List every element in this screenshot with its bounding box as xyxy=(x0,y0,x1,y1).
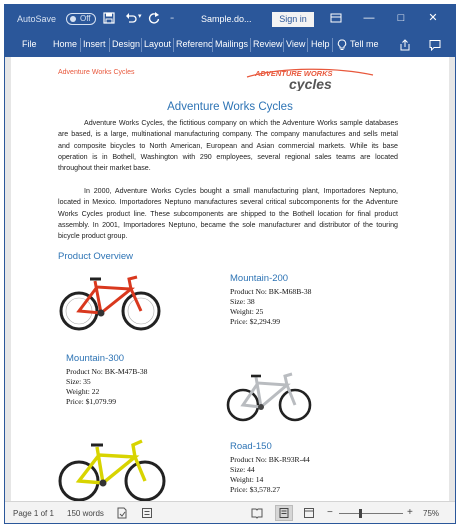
bike-image-mountain-200 xyxy=(59,275,161,331)
tab-separator xyxy=(332,38,333,52)
comments-icon[interactable] xyxy=(429,39,441,51)
tab-separator xyxy=(307,38,308,52)
history-paragraph: In 2000, Adventure Works Cycles bought a… xyxy=(58,187,398,241)
ribbon-tabs: File Home Insert Design Layout Referenc … xyxy=(5,33,455,57)
product-name: Mountain-200 xyxy=(230,273,289,284)
lightbulb-icon[interactable] xyxy=(337,39,347,51)
bike-image-mountain-300 xyxy=(226,372,312,422)
adventure-works-logo: ADVENTURE WORKS cycles xyxy=(246,68,374,91)
product-weight: Weight: 22 xyxy=(66,387,100,396)
product-name: Road-150 xyxy=(230,441,272,452)
word-window: AutoSave Off ▾ ₌ Sample.do... Sign in — … xyxy=(4,4,456,524)
tab-insert[interactable]: Insert xyxy=(83,39,106,49)
product-price: Price: $3,578.27 xyxy=(230,485,280,494)
autosave-toggle[interactable]: Off xyxy=(66,13,96,25)
product-weight: Weight: 25 xyxy=(230,307,264,316)
share-icon[interactable] xyxy=(399,39,411,51)
product-size: Size: 35 xyxy=(66,377,91,386)
customize-icon[interactable]: ₌ xyxy=(170,12,184,26)
zoom-slider-thumb[interactable] xyxy=(359,509,362,518)
zoom-out-button[interactable]: − xyxy=(327,507,333,518)
zoom-in-button[interactable]: + xyxy=(407,507,413,518)
document-area[interactable]: Adventure Works Cycles ADVENTURE WORKS c… xyxy=(5,57,455,501)
tab-file[interactable]: File xyxy=(22,39,37,49)
bike-image-road-150 xyxy=(58,439,166,501)
product-size: Size: 44 xyxy=(230,465,255,474)
product-weight: Weight: 14 xyxy=(230,475,264,484)
tab-layout[interactable]: Layout xyxy=(144,39,171,49)
header-text: Adventure Works Cycles xyxy=(58,69,135,76)
minimize-button[interactable]: — xyxy=(361,11,377,25)
maximize-button[interactable]: □ xyxy=(393,11,409,25)
ribbon-display-icon[interactable] xyxy=(329,11,343,25)
autosave-state: Off xyxy=(80,14,91,23)
tab-separator xyxy=(283,38,284,52)
tab-view[interactable]: View xyxy=(286,39,305,49)
tab-separator xyxy=(141,38,142,52)
tell-me-search[interactable]: Tell me xyxy=(350,39,379,49)
section-heading: Product Overview xyxy=(58,251,133,262)
tab-mailings[interactable]: Mailings xyxy=(215,39,248,49)
sign-in-button[interactable]: Sign in xyxy=(272,12,314,27)
svg-text:cycles: cycles xyxy=(289,76,332,91)
proofing-icon[interactable] xyxy=(116,507,128,519)
product-number: Product No: BK-R93R-44 xyxy=(230,455,310,464)
word-count[interactable]: 150 words xyxy=(67,509,104,518)
track-icon[interactable] xyxy=(141,507,153,519)
tab-home[interactable]: Home xyxy=(53,39,77,49)
tab-separator xyxy=(80,38,81,52)
autosave-label: AutoSave xyxy=(17,14,57,24)
page-title: Adventure Works Cycles xyxy=(167,101,293,113)
status-bar: Page 1 of 1 150 words − + 75% xyxy=(5,501,455,523)
read-mode-icon[interactable] xyxy=(251,507,263,519)
tab-design[interactable]: Design xyxy=(112,39,140,49)
product-number: Product No: BK-M47B-38 xyxy=(66,367,148,376)
document-page[interactable]: Adventure Works Cycles ADVENTURE WORKS c… xyxy=(11,57,449,501)
tab-separator xyxy=(173,38,174,52)
intro-paragraph: Adventure Works Cycles, the fictitious c… xyxy=(58,119,398,173)
print-layout-button[interactable] xyxy=(275,505,293,521)
product-price: Price: $1,079.99 xyxy=(66,397,116,406)
tab-separator xyxy=(212,38,213,52)
redo-icon[interactable] xyxy=(147,11,161,25)
product-price: Price: $2,294.99 xyxy=(230,317,280,326)
tab-help[interactable]: Help xyxy=(311,39,330,49)
print-layout-icon xyxy=(279,508,289,518)
tab-separator xyxy=(250,38,251,52)
undo-icon[interactable] xyxy=(124,11,138,25)
document-name: Sample.do... xyxy=(201,14,252,24)
product-name: Mountain-300 xyxy=(66,353,125,364)
web-layout-icon[interactable] xyxy=(303,507,315,519)
tab-references[interactable]: Referenc xyxy=(176,39,213,49)
save-icon[interactable] xyxy=(102,11,116,25)
close-button[interactable]: ✕ xyxy=(425,11,441,25)
zoom-slider[interactable] xyxy=(339,513,403,514)
product-size: Size: 38 xyxy=(230,297,255,306)
tab-review[interactable]: Review xyxy=(253,39,283,49)
product-number: Product No: BK-M68B-38 xyxy=(230,287,312,296)
zoom-level[interactable]: 75% xyxy=(423,509,439,518)
tab-separator xyxy=(109,38,110,52)
toggle-knob xyxy=(70,16,76,22)
title-bar: AutoSave Off ▾ ₌ Sample.do... Sign in — … xyxy=(5,5,455,33)
page-count[interactable]: Page 1 of 1 xyxy=(13,509,54,518)
